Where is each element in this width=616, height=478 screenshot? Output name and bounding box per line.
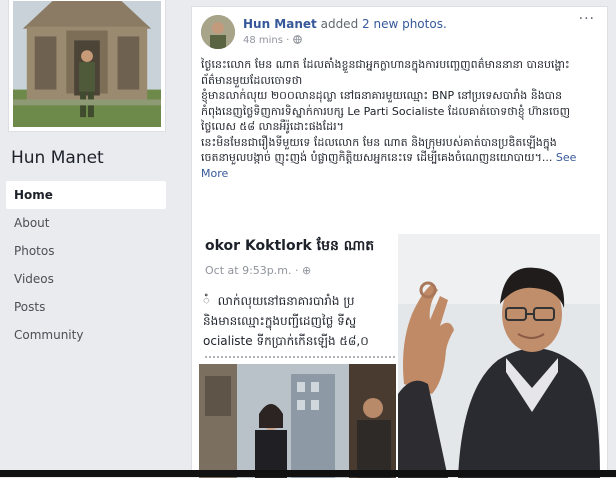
post-header: Hun Manet added 2 new photos. [243, 17, 447, 31]
post-body-text: ថ្ងៃនេះលោក មែន ណាត ដែលតាំងខ្លួនជាអ្នកក្ល… [201, 57, 601, 181]
profile-photo[interactable] [8, 0, 166, 132]
post-photo-2[interactable] [398, 234, 600, 478]
nav-item-posts[interactable]: Posts [6, 293, 166, 321]
bottom-taskbar [0, 470, 616, 477]
feed-post: Hun Manet added 2 new photos. 48 mins · … [191, 6, 608, 478]
nav-item-videos[interactable]: Videos [6, 265, 166, 293]
author-name-link[interactable]: Hun Manet [243, 17, 317, 31]
post-action-text: added [320, 17, 359, 31]
nav-item-photos[interactable]: Photos [6, 237, 166, 265]
post-photo-1[interactable]: okor Koktlork មែន ណាត Oct at 9:53p.m. · … [199, 219, 398, 478]
screenshot-timestamp: Oct at 9:53p.m. · ⊕ [205, 264, 312, 277]
author-avatar[interactable] [201, 15, 235, 49]
screenshot-photo [199, 364, 396, 478]
avatar-image [201, 15, 235, 49]
globe-icon [292, 35, 302, 46]
nav-item-about[interactable]: About [6, 209, 166, 237]
new-photos-link[interactable]: 2 new photos. [362, 17, 447, 31]
profile-sidebar: Hun Manet Home About Photos Videos Posts… [0, 0, 178, 477]
photo-man-gesturing [398, 234, 600, 478]
profile-nav: Home About Photos Videos Posts Community [6, 181, 166, 349]
nav-item-community[interactable]: Community [6, 321, 166, 349]
profile-name[interactable]: Hun Manet [11, 148, 104, 168]
screenshot-author-name: okor Koktlork មែន ណាត [205, 238, 375, 254]
profile-picture-image [13, 1, 161, 127]
screenshot-divider [205, 356, 395, 358]
post-meta: 48 mins · [243, 35, 302, 46]
nav-item-home[interactable]: Home [6, 181, 166, 209]
post-text-content: ថ្ងៃនេះលោក មែន ណាត ដែលតាំងខ្លួនជាអ្នកក្ល… [201, 58, 571, 164]
post-options-button[interactable]: ··· [579, 11, 595, 27]
post-timestamp-link[interactable]: 48 mins [243, 35, 283, 46]
screenshot-text: ំ លាក់លុយនៅធនាគារបារាំង ប្រ និងមានឈ្មោះក… [203, 294, 369, 348]
